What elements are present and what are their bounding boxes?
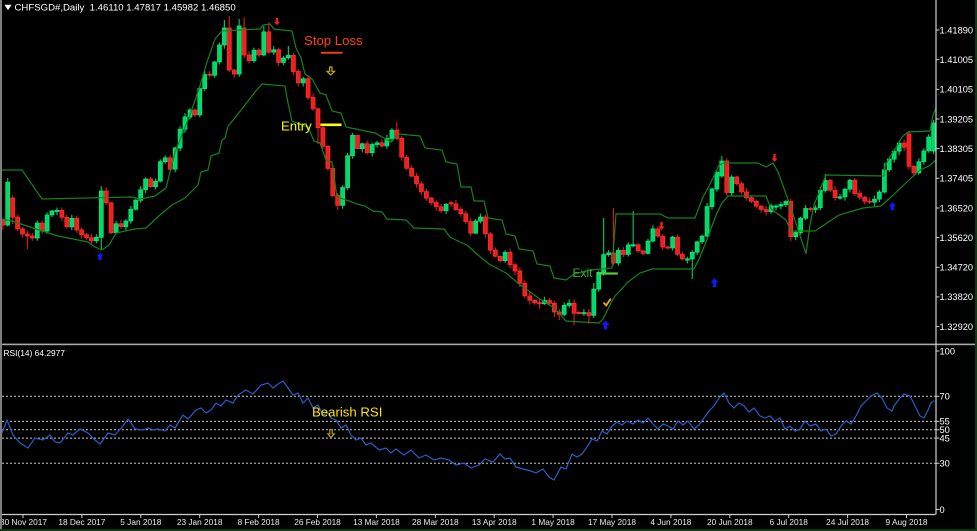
svg-text:20 Jun 2018: 20 Jun 2018 bbox=[707, 517, 753, 527]
svg-text:Stop Loss: Stop Loss bbox=[304, 33, 363, 48]
svg-text:4 Jun 2018: 4 Jun 2018 bbox=[650, 517, 691, 527]
svg-text:8 Feb 2018: 8 Feb 2018 bbox=[238, 517, 280, 527]
svg-text:Bearish RSI: Bearish RSI bbox=[312, 405, 382, 420]
svg-text:100: 100 bbox=[940, 346, 956, 356]
svg-text:Entry: Entry bbox=[281, 119, 312, 134]
svg-text:CHFSGD#,Daily 1.46110 1.47817: CHFSGD#,Daily 1.46110 1.47817 1.45982 1.… bbox=[15, 3, 236, 14]
svg-text:1.37405: 1.37405 bbox=[940, 174, 974, 184]
svg-text:1.39205: 1.39205 bbox=[940, 114, 974, 124]
svg-text:1.40105: 1.40105 bbox=[940, 85, 974, 95]
svg-text:5 Jan 2018: 5 Jan 2018 bbox=[120, 517, 161, 527]
svg-text:70: 70 bbox=[940, 392, 950, 402]
svg-text:9 Aug 2018: 9 Aug 2018 bbox=[886, 517, 928, 527]
svg-text:18 Dec 2017: 18 Dec 2017 bbox=[58, 517, 105, 527]
svg-text:1.33820: 1.33820 bbox=[940, 292, 974, 302]
svg-text:1.32920: 1.32920 bbox=[940, 322, 974, 332]
svg-text:1.41890: 1.41890 bbox=[940, 25, 974, 35]
svg-text:1.41005: 1.41005 bbox=[940, 55, 974, 65]
svg-text:13 Apr 2018: 13 Apr 2018 bbox=[472, 517, 517, 527]
svg-text:1.34720: 1.34720 bbox=[940, 263, 974, 273]
svg-text:26 Feb 2018: 26 Feb 2018 bbox=[294, 517, 341, 527]
svg-text:6 Jul 2018: 6 Jul 2018 bbox=[770, 517, 809, 527]
svg-text:17 May 2018: 17 May 2018 bbox=[588, 517, 636, 527]
svg-text:1 May 2018: 1 May 2018 bbox=[531, 517, 575, 527]
svg-text:23 Jan 2018: 23 Jan 2018 bbox=[177, 517, 223, 527]
svg-text:45: 45 bbox=[940, 433, 950, 443]
svg-text:1.35620: 1.35620 bbox=[940, 233, 974, 243]
svg-text:24 Jul 2018: 24 Jul 2018 bbox=[826, 517, 869, 527]
svg-text:30 Nov 2017: 30 Nov 2017 bbox=[0, 517, 47, 527]
svg-text:Exit: Exit bbox=[573, 266, 594, 280]
svg-text:1.38305: 1.38305 bbox=[940, 144, 974, 154]
svg-text:13 Mar 2018: 13 Mar 2018 bbox=[353, 517, 400, 527]
svg-text:0: 0 bbox=[940, 505, 945, 515]
svg-text:28 Mar 2018: 28 Mar 2018 bbox=[412, 517, 459, 527]
svg-text:RSI(14) 64.2977: RSI(14) 64.2977 bbox=[4, 348, 66, 358]
svg-text:1.36520: 1.36520 bbox=[940, 203, 974, 213]
svg-text:30: 30 bbox=[940, 459, 950, 469]
